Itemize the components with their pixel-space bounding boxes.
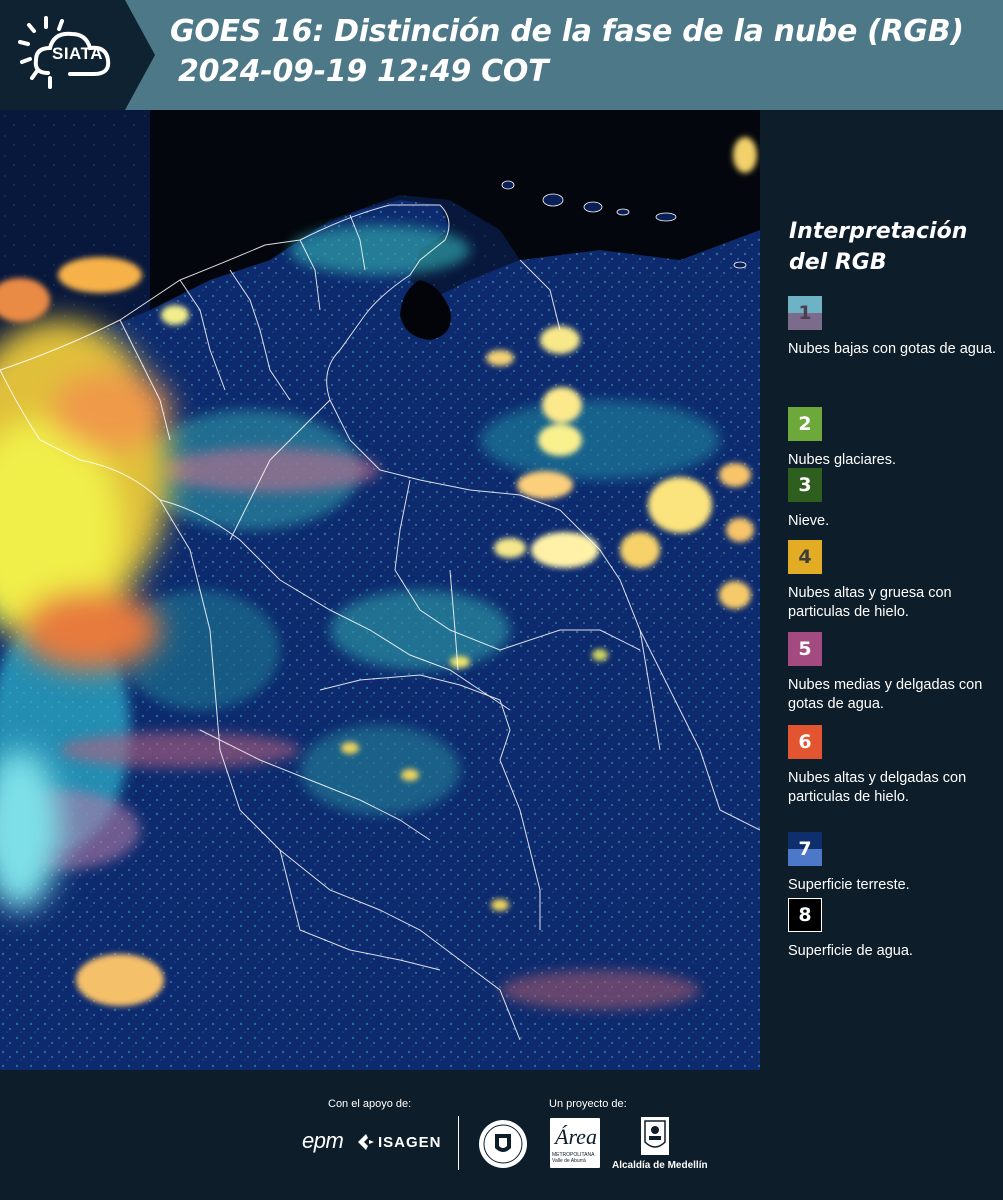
legend-label: Superficie terreste. — [788, 877, 910, 893]
epm-logo: epm — [302, 1128, 344, 1153]
area-logo-text: Área — [555, 1124, 597, 1149]
legend-swatch-4: 4 — [788, 540, 822, 574]
legend-item-2: 2 Nubes glaciares. — [788, 407, 998, 470]
legend-item-4: 4 Nubes altas y gruesa con particulas de … — [788, 540, 998, 622]
legend-swatch-number: 3 — [798, 474, 812, 496]
legend-swatch-3: 3 — [788, 468, 822, 502]
legend-item-1: 1 Nubes bajas con gotas de agua. — [788, 296, 998, 359]
area-logo-subtext: METROPOLITANA Valle de Aburrá — [552, 1152, 595, 1164]
legend-swatch-2: 2 — [788, 407, 822, 441]
legend-swatch-number: 2 — [798, 413, 812, 435]
legend-swatch-6: 6 — [788, 725, 822, 759]
footer-divider — [458, 1116, 459, 1170]
legend-item-7: 7 Superficie terreste. — [788, 832, 998, 895]
legend-swatch-number: 7 — [798, 838, 812, 860]
legend-swatch-8: 8 — [788, 898, 822, 932]
legend-swatch-number: 8 — [798, 904, 812, 926]
logo-chevron — [125, 0, 155, 110]
legend-label: Nubes altas y delgadas con particulas de… — [788, 770, 967, 805]
legend-item-6: 6 Nubes altas y delgadas con particulas d… — [788, 725, 998, 807]
satellite-map[interactable] — [0, 110, 760, 1070]
legend-item-3: 3 Nieve. — [788, 468, 998, 531]
legend-label: Superficie de agua. — [788, 943, 913, 959]
support-label: Con el apoyo de: — [328, 1098, 412, 1110]
project-label: Un proyecto de: — [549, 1098, 627, 1110]
legend-swatch-number: 4 — [798, 546, 812, 568]
page-title: GOES 16: Distinción de la fase de la nub… — [170, 14, 964, 49]
alcaldia-logo-text: Alcaldía de Medellín — [612, 1160, 708, 1171]
legend-swatch-1: 1 — [788, 296, 822, 330]
page-subtitle-datetime: 2024-09-19 12:49 COT — [178, 54, 549, 89]
government-seal-icon — [479, 1120, 527, 1168]
legend-label: Nubes altas y gruesa con particulas de h… — [788, 585, 952, 620]
legend-swatch-5: 5 — [788, 632, 822, 666]
legend-panel: Interpretación del RGB 1 Nubes bajas con … — [760, 110, 1003, 1070]
legend-item-5: 5 Nubes medias y delgadas con gotas de ag… — [788, 632, 998, 714]
legend-label: Nubes bajas con gotas de agua. — [788, 341, 996, 357]
legend-swatch-7: 7 — [788, 832, 822, 866]
legend-label: Nubes medias y delgadas con gotas de agu… — [788, 677, 983, 712]
isagen-logo-icon — [358, 1134, 374, 1150]
legend-title: Interpretación del RGB — [789, 219, 968, 275]
legend-swatch-number: 6 — [798, 731, 812, 753]
legend-item-8: 8 Superficie de agua. — [788, 898, 998, 961]
satellite-image — [0, 110, 760, 1070]
siata-logo-text: SIATA — [52, 44, 103, 63]
header-bar: SIATA GOES 16: Distinción de la fase de … — [0, 0, 1003, 110]
legend-label: Nieve. — [788, 513, 830, 529]
alcaldia-shield-icon — [641, 1117, 669, 1155]
legend-swatch-number: 5 — [798, 638, 812, 660]
isagen-logo: ISAGEN — [378, 1134, 442, 1151]
legend-swatch-number: 1 — [798, 302, 812, 324]
siata-logo-box: SIATA — [0, 0, 125, 110]
area-metropolitana-logo: Área METROPOLITANA Valle de Aburrá — [550, 1118, 600, 1168]
footer-bar: Con el apoyo de: Un proyecto de: epm ISA… — [0, 1070, 1003, 1200]
